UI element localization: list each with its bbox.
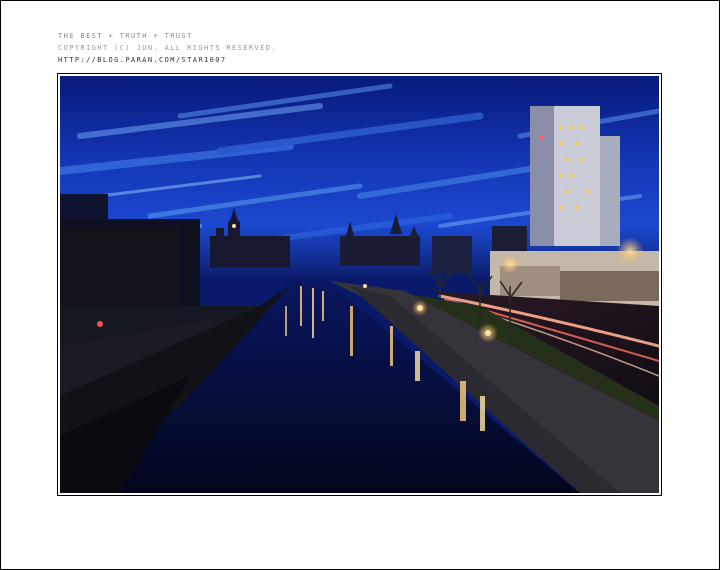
night-canal-photo: [60, 76, 659, 493]
photo-illustration: [60, 76, 659, 493]
mid-building: [432, 236, 472, 274]
blog-url-text: HTTP://BLOG.PARAN.COM/STAR1007: [58, 56, 227, 64]
tagline-text: THE BEST + TRUTH + TRUST: [58, 32, 193, 40]
copyright-text: COPYRIGHT (C) JUN. ALL RIGHTS RESERVED.: [58, 44, 277, 52]
watermark-credits: THE BEST + TRUTH + TRUST COPYRIGHT (C) J…: [58, 30, 277, 66]
